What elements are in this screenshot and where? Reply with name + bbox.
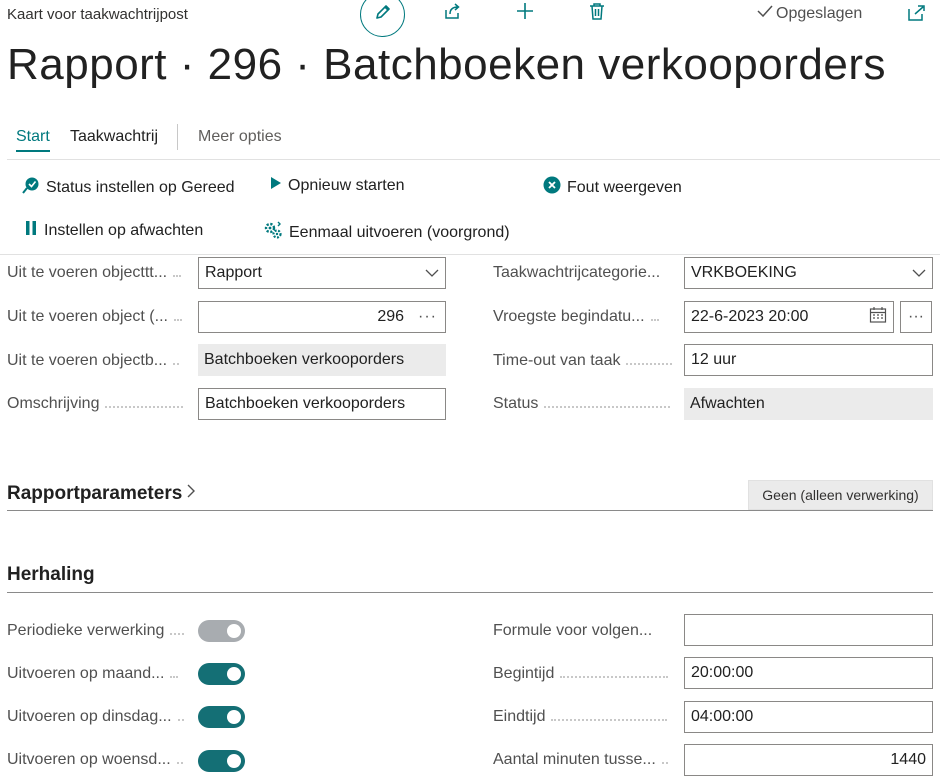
object-type-select[interactable]: Rapport <box>198 257 446 289</box>
tab-start[interactable]: Start <box>16 128 50 146</box>
nav-separator <box>177 124 178 150</box>
delete-button[interactable] <box>586 2 608 24</box>
card-type-title: Kaart voor taakwachtrijpost <box>7 6 188 23</box>
pencil-icon <box>373 2 393 27</box>
object-id-field[interactable]: 296 ··· <box>198 301 446 333</box>
set-on-hold-button[interactable]: Instellen op afwachten <box>24 220 203 241</box>
plus-icon <box>515 1 535 26</box>
tab-start-underline <box>16 150 50 152</box>
status-label: Status <box>493 395 677 413</box>
show-error-label: Fout weergeven <box>567 178 682 196</box>
toggle-knob <box>227 710 241 724</box>
new-button[interactable] <box>514 2 536 24</box>
status-value: Afwachten <box>684 388 933 420</box>
wednesday-label: Uitvoeren op woensd... <box>7 751 191 769</box>
share-button[interactable] <box>442 2 464 24</box>
run-once-gears-icon <box>263 220 283 245</box>
recurrence-title: Herhaling <box>7 564 95 585</box>
category-label: Taakwachtrijcategorie... <box>493 264 661 281</box>
description-field[interactable]: Batchboeken verkooporders <box>198 388 446 420</box>
description-label: Omschrijving <box>7 395 191 413</box>
chevron-down-icon <box>912 264 926 282</box>
start-time-field[interactable]: 20:00:00 <box>684 657 933 689</box>
run-once-label: Eenmaal uitvoeren (voorgrond) <box>289 223 510 241</box>
minutes-between-label: Aantal minuten tusse... <box>493 751 677 769</box>
recurring-toggle[interactable] <box>198 620 245 642</box>
save-status-label: Opgeslagen <box>776 4 863 22</box>
category-select[interactable]: VRKBOEKING <box>684 257 933 289</box>
end-time-label: Eindtijd <box>493 708 677 726</box>
share-icon <box>443 1 463 26</box>
earliest-start-more-button[interactable]: ··· <box>900 301 932 333</box>
set-on-hold-label: Instellen op afwachten <box>44 221 204 239</box>
end-time-field[interactable]: 04:00:00 <box>684 701 933 733</box>
save-status: Opgeslagen <box>757 4 862 23</box>
ellipsis-icon[interactable]: ··· <box>418 308 437 326</box>
recurrence-rule <box>7 592 933 593</box>
earliest-start-field[interactable]: 22-6-2023 20:00 <box>684 301 894 333</box>
nav-divider <box>7 159 940 160</box>
report-parameters-button[interactable]: Geen (alleen verwerking) <box>748 480 933 510</box>
report-parameters-title: Rapportparameters <box>7 483 183 504</box>
ellipsis-icon: ··· <box>908 308 924 325</box>
run-once-button[interactable]: Eenmaal uitvoeren (voorgrond) <box>263 220 510 245</box>
restart-label: Opnieuw starten <box>288 176 405 194</box>
object-id-value: 296 <box>377 308 405 325</box>
toggle-knob <box>227 754 241 768</box>
actions-divider <box>0 254 940 255</box>
monday-toggle[interactable] <box>198 663 245 685</box>
earliest-start-label: Vroegste begindatu... <box>493 308 677 326</box>
checkmark-icon <box>757 4 773 23</box>
play-icon <box>270 176 282 195</box>
object-type-label: Uit te voeren objecttt... <box>7 264 191 282</box>
error-x-icon <box>543 176 561 199</box>
set-status-ready-button[interactable]: Status instellen op Gereed <box>22 176 235 199</box>
chevron-right-icon <box>186 483 196 505</box>
tab-taakwachtrij[interactable]: Taakwachtrij <box>70 128 158 146</box>
show-error-button[interactable]: Fout weergeven <box>543 176 682 199</box>
object-id-label: Uit te voeren object (... <box>7 308 191 326</box>
next-formula-field[interactable] <box>684 614 933 646</box>
page-title: Rapport · 296 · Batchboeken verkooporder… <box>7 40 886 89</box>
timeout-field[interactable]: 12 uur <box>684 344 933 376</box>
pause-icon <box>24 220 38 241</box>
tuesday-toggle[interactable] <box>198 706 245 728</box>
category-value: VRKBOEKING <box>691 264 797 281</box>
toggle-knob <box>227 667 241 681</box>
set-status-ready-label: Status instellen op Gereed <box>46 178 235 196</box>
restart-button[interactable]: Opnieuw starten <box>270 176 405 195</box>
open-new-window-button[interactable] <box>906 4 926 27</box>
report-parameters-rule <box>7 510 933 511</box>
monday-label: Uitvoeren op maand... <box>7 665 191 683</box>
wednesday-toggle[interactable] <box>198 750 245 772</box>
tuesday-label: Uitvoeren op dinsdag... <box>7 708 191 726</box>
object-type-value: Rapport <box>205 264 262 281</box>
next-formula-label: Formule voor volgen... <box>493 622 653 639</box>
recurring-label: Periodieke verwerking <box>7 622 191 640</box>
trash-icon <box>587 1 607 26</box>
object-caption-label: Uit te voeren objectb... <box>7 352 191 370</box>
calendar-icon[interactable] <box>869 306 887 329</box>
status-ready-icon <box>22 176 40 199</box>
timeout-label: Time-out van taak <box>493 352 677 370</box>
report-parameters-header[interactable]: Rapportparameters <box>7 483 196 505</box>
chevron-down-icon <box>425 264 439 282</box>
minutes-between-field[interactable]: 1440 <box>684 744 933 776</box>
open-in-new-window-icon <box>906 5 926 26</box>
start-time-label: Begintijd <box>493 665 677 683</box>
more-options-button[interactable]: Meer opties <box>198 128 282 146</box>
object-caption-value: Batchboeken verkooporders <box>198 344 446 376</box>
earliest-start-value: 22-6-2023 20:00 <box>691 308 809 325</box>
edit-button[interactable] <box>360 0 405 37</box>
toggle-knob <box>227 624 241 638</box>
